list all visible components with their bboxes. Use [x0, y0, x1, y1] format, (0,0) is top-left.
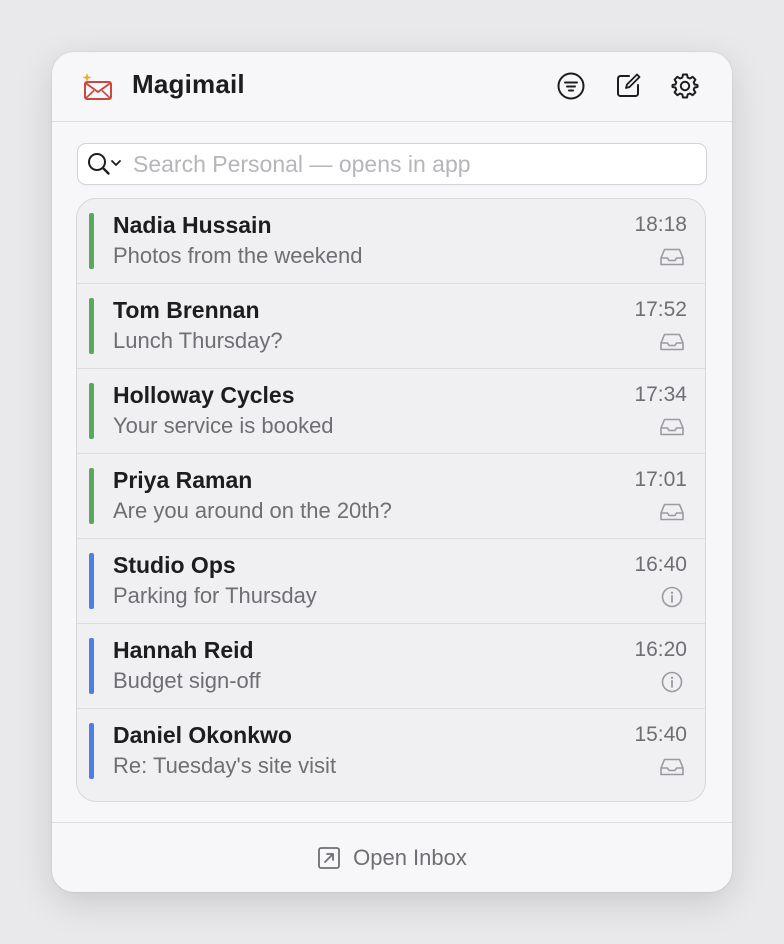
message-subject: Your service is booked — [113, 413, 334, 438]
account-color-bar — [89, 298, 94, 354]
message-row[interactable]: Studio Ops Parking for Thursday 16:40 — [77, 539, 705, 624]
message-list: Nadia Hussain Photos from the weekend 18:1… — [76, 198, 706, 802]
message-row[interactable]: Holloway Cycles Your service is booked 17:… — [77, 369, 705, 454]
filter-button[interactable] — [555, 70, 587, 102]
message-subject: Budget sign-off — [113, 668, 261, 693]
message-subject: Are you around on the 20th? — [113, 498, 392, 523]
info-circle-icon — [659, 586, 685, 608]
message-time: 18:18 — [634, 213, 687, 236]
magimail-popover: Magimail Search Personal — opens in app … — [52, 52, 732, 892]
open-inbox-label: Open Inbox — [353, 845, 467, 870]
message-time: 17:52 — [634, 298, 687, 321]
search-input[interactable] — [133, 144, 693, 184]
open-inbox-button[interactable]: Open Inbox — [317, 845, 467, 871]
filter-circle-icon — [557, 72, 585, 100]
message-sender: Hannah Reid — [113, 637, 254, 663]
message-time: 16:40 — [634, 553, 687, 576]
message-subject: Parking for Thursday — [113, 583, 317, 608]
inbox-tray-icon — [659, 756, 685, 778]
message-sender: Studio Ops — [113, 552, 236, 578]
app-title: Magimail — [132, 69, 245, 99]
account-color-bar — [89, 383, 94, 439]
message-row[interactable]: Tom Brennan Lunch Thursday? 17:52 — [77, 284, 705, 369]
search-icon[interactable] — [87, 152, 125, 176]
compose-button[interactable] — [612, 70, 644, 102]
message-sender: Nadia Hussain — [113, 212, 272, 238]
compose-icon — [617, 73, 641, 97]
message-subject: Re: Tuesday's site visit — [113, 753, 337, 778]
account-color-bar — [89, 553, 94, 609]
account-color-bar — [89, 723, 94, 779]
inbox-tray-icon — [659, 501, 685, 523]
search-field[interactable] — [77, 143, 707, 185]
account-color-bar — [89, 213, 94, 269]
message-time: 17:34 — [634, 383, 687, 406]
message-sender: Holloway Cycles — [113, 382, 295, 408]
popover-header: Magimail — [52, 52, 732, 122]
message-sender: Priya Raman — [113, 467, 253, 493]
message-subject: Lunch Thursday? — [113, 328, 283, 353]
message-time: 15:40 — [634, 723, 687, 746]
message-time: 17:01 — [634, 468, 687, 491]
message-time: 16:20 — [634, 638, 687, 661]
open-external-icon — [318, 847, 341, 869]
message-row[interactable]: Hannah Reid Budget sign-off 16:20 — [77, 624, 705, 709]
settings-button[interactable] — [669, 70, 701, 102]
message-subject: Photos from the weekend — [113, 243, 363, 268]
inbox-tray-icon — [659, 246, 685, 268]
account-color-bar — [89, 638, 94, 694]
message-row[interactable]: Nadia Hussain Photos from the weekend 18:1… — [77, 199, 705, 284]
message-row[interactable]: Daniel Okonkwo Re: Tuesday's site visit 15… — [77, 709, 705, 793]
account-color-bar — [89, 468, 94, 524]
info-circle-icon — [659, 671, 685, 693]
popover-footer: Open Inbox — [52, 822, 732, 892]
inbox-tray-icon — [659, 416, 685, 438]
gear-icon — [671, 73, 699, 99]
sparkle-envelope-icon — [80, 70, 114, 102]
message-sender: Daniel Okonkwo — [113, 722, 292, 748]
message-row[interactable]: Priya Raman Are you around on the 20th? 17… — [77, 454, 705, 539]
message-sender: Tom Brennan — [113, 297, 260, 323]
inbox-tray-icon — [659, 331, 685, 353]
